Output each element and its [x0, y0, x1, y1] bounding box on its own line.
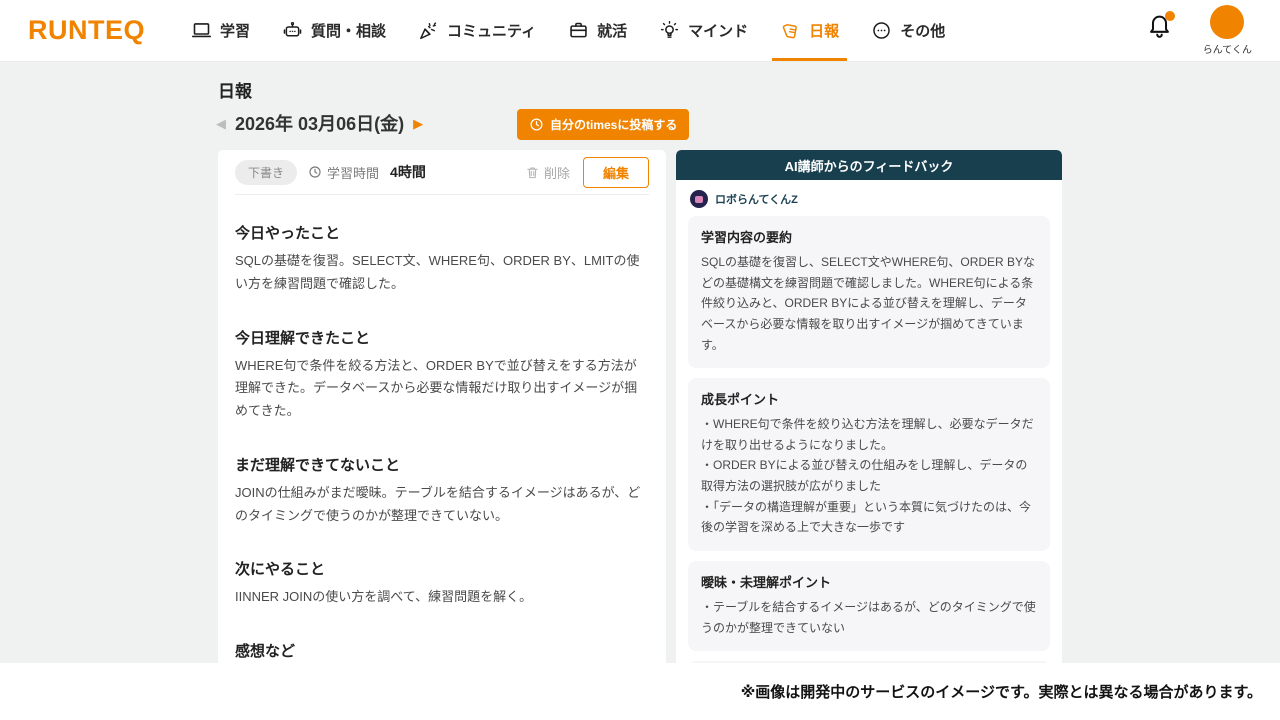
report-icon — [780, 20, 801, 41]
nav-item-label: その他 — [900, 20, 945, 41]
report-section: 今日やったこと SQLの基礎を復習。SELECT文、WHERE句、ORDER B… — [235, 222, 649, 296]
report-section-heading: 今日やったこと — [235, 222, 649, 243]
bulb-icon — [659, 20, 680, 41]
study-time-value: 4時間 — [390, 162, 426, 182]
clock-icon — [308, 165, 322, 179]
feedback-box: 曖昧・未理解ポイント ・テーブルを結合するイメージはあるが、どのタイミングで使う… — [688, 561, 1050, 651]
study-time-label-group: 学習時間 — [308, 163, 379, 182]
nav-item-label: 日報 — [809, 20, 839, 41]
date-navigator: ◀ 2026年 03月06日(金) ▶ — [216, 110, 423, 136]
report-section-heading: 感想など — [235, 640, 649, 661]
post-to-times-label: 自分のtimesに投稿する — [550, 116, 677, 133]
laptop-icon — [191, 20, 212, 41]
feedback-author-name: ロボらんてくんZ — [715, 191, 798, 207]
report-section-heading: 次にやること — [235, 558, 649, 579]
top-navbar: RUNTEQ 学習 質問・相談 コミュニティ 就活 マインド — [0, 0, 1280, 62]
nav-item[interactable]: コミュニティ — [418, 0, 536, 61]
more-icon — [871, 20, 892, 41]
party-icon — [418, 20, 439, 41]
user-name: らんてくん — [1203, 41, 1252, 56]
disclaimer-note: ※画像は開発中のサービスのイメージです。実際とは異なる場合があります。 — [741, 681, 1262, 702]
nav-item[interactable]: マインド — [659, 0, 748, 61]
edit-button[interactable]: 編集 — [583, 157, 649, 188]
feedback-box-heading: 曖昧・未理解ポイント — [701, 572, 1037, 591]
feedback-boxes: 学習内容の要約 SQLの基礎を復習し、SELECT文やWHERE句、ORDER … — [676, 216, 1062, 663]
feedback-author-row: ロボらんてくんZ — [676, 180, 1062, 216]
status-badge: 下書き — [235, 160, 297, 185]
page-title: 日報 — [218, 77, 252, 102]
nav-item[interactable]: 就活 — [568, 0, 627, 61]
report-section: 今日理解できたこと WHERE句で条件を絞る方法と、ORDER BYで並び替えを… — [235, 327, 649, 423]
avatar — [1210, 5, 1244, 39]
delete-label: 削除 — [544, 163, 570, 182]
feedback-box-body: SQLの基礎を復習し、SELECT文やWHERE句、ORDER BYなどの基礎構… — [701, 252, 1037, 355]
nav-item[interactable]: 質問・相談 — [282, 0, 386, 61]
runteq-logo[interactable]: RUNTEQ — [28, 15, 145, 46]
report-section: 次にやること IINNER JOINの使い方を調べて、練習問題を解く。 — [235, 558, 649, 609]
report-card-actions: 削除 編集 — [525, 157, 649, 188]
briefcase-icon — [568, 20, 589, 41]
header-right: らんてくん — [1146, 5, 1252, 56]
feedback-box-heading: 学習内容の要約 — [701, 227, 1037, 246]
nav-item-label: 質問・相談 — [311, 20, 386, 41]
report-section-body: JOINの仕組みがまだ曖昧。テーブルを結合するイメージはあるが、どのタイミングで… — [235, 482, 649, 528]
report-section-body: SQLの基礎を復習。SELECT文、WHERE句、ORDER BY、LMITの使… — [235, 250, 649, 296]
post-to-times-button[interactable]: 自分のtimesに投稿する — [517, 109, 689, 140]
next-day-arrow-icon[interactable]: ▶ — [413, 117, 423, 130]
current-date: 2026年 03月06日(金) — [235, 110, 404, 136]
user-menu[interactable]: らんてくん — [1203, 5, 1252, 56]
prev-day-arrow-icon[interactable]: ◀ — [216, 117, 226, 130]
main-nav: 学習 質問・相談 コミュニティ 就活 マインド 日報 — [191, 0, 945, 61]
main-content: 日報 ◀ 2026年 03月06日(金) ▶ 自分のtimesに投稿する 下書き… — [0, 62, 1280, 663]
nav-item[interactable]: その他 — [871, 0, 945, 61]
report-sections: 今日やったこと SQLの基礎を復習。SELECT文、WHERE句、ORDER B… — [235, 222, 649, 663]
footer-strip: ※画像は開発中のサービスのイメージです。実際とは異なる場合があります。 — [0, 663, 1280, 720]
nav-item-label: マインド — [688, 20, 748, 41]
delete-button[interactable]: 削除 — [525, 163, 570, 182]
notification-badge — [1165, 11, 1175, 21]
feedback-box: 成長ポイント ・WHERE句で条件を絞り込む方法を理解し、必要なデータだけを取り… — [688, 378, 1050, 551]
nav-item-label: コミュニティ — [447, 20, 536, 41]
report-section-body: WHERE句で条件を絞る方法と、ORDER BYで並び替えをする方法が理解できた… — [235, 355, 649, 423]
report-section: まだ理解できてないこと JOINの仕組みがまだ曖昧。テーブルを結合するイメージは… — [235, 454, 649, 528]
report-section-heading: まだ理解できてないこと — [235, 454, 649, 475]
report-section-body: IINNER JOINの使い方を調べて、練習問題を解く。 — [235, 586, 649, 609]
robot-icon — [282, 20, 303, 41]
feedback-box-body: ・テーブルを結合するイメージはあるが、どのタイミングで使うのかが整理できていない — [701, 597, 1037, 638]
ai-feedback-panel: AI講師からのフィードバック ロボらんてくんZ 学習内容の要約 SQLの基礎を復… — [676, 150, 1062, 663]
study-time-label: 学習時間 — [327, 163, 379, 182]
report-section-heading: 今日理解できたこと — [235, 327, 649, 348]
nav-item[interactable]: 学習 — [191, 0, 250, 61]
feedback-box-heading: 成長ポイント — [701, 389, 1037, 408]
report-section: 感想など SQLはシンプルだけど、データの構造を理解していないとクエリを書くのが… — [235, 640, 649, 663]
notification-bell-icon[interactable] — [1146, 11, 1173, 38]
feedback-panel-title: AI講師からのフィードバック — [676, 150, 1062, 180]
app-window: RUNTEQ 学習 質問・相談 コミュニティ 就活 マインド — [0, 0, 1280, 720]
nav-item-label: 就活 — [597, 20, 627, 41]
clock-icon — [529, 117, 544, 132]
daily-report-card: 下書き 学習時間 4時間 削除 編集 今日やったこと — [218, 150, 666, 663]
nav-item-label: 学習 — [220, 20, 250, 41]
feedback-box-body: ・WHERE句で条件を絞り込む方法を理解し、必要なデータだけを取り出せるようにな… — [701, 414, 1037, 538]
feedback-box: 学習内容の要約 SQLの基礎を復習し、SELECT文やWHERE句、ORDER … — [688, 216, 1050, 368]
report-card-header: 下書き 学習時間 4時間 削除 編集 — [235, 150, 649, 195]
robot-avatar — [690, 190, 708, 208]
nav-item[interactable]: 日報 — [780, 0, 839, 61]
trash-icon — [525, 165, 540, 180]
